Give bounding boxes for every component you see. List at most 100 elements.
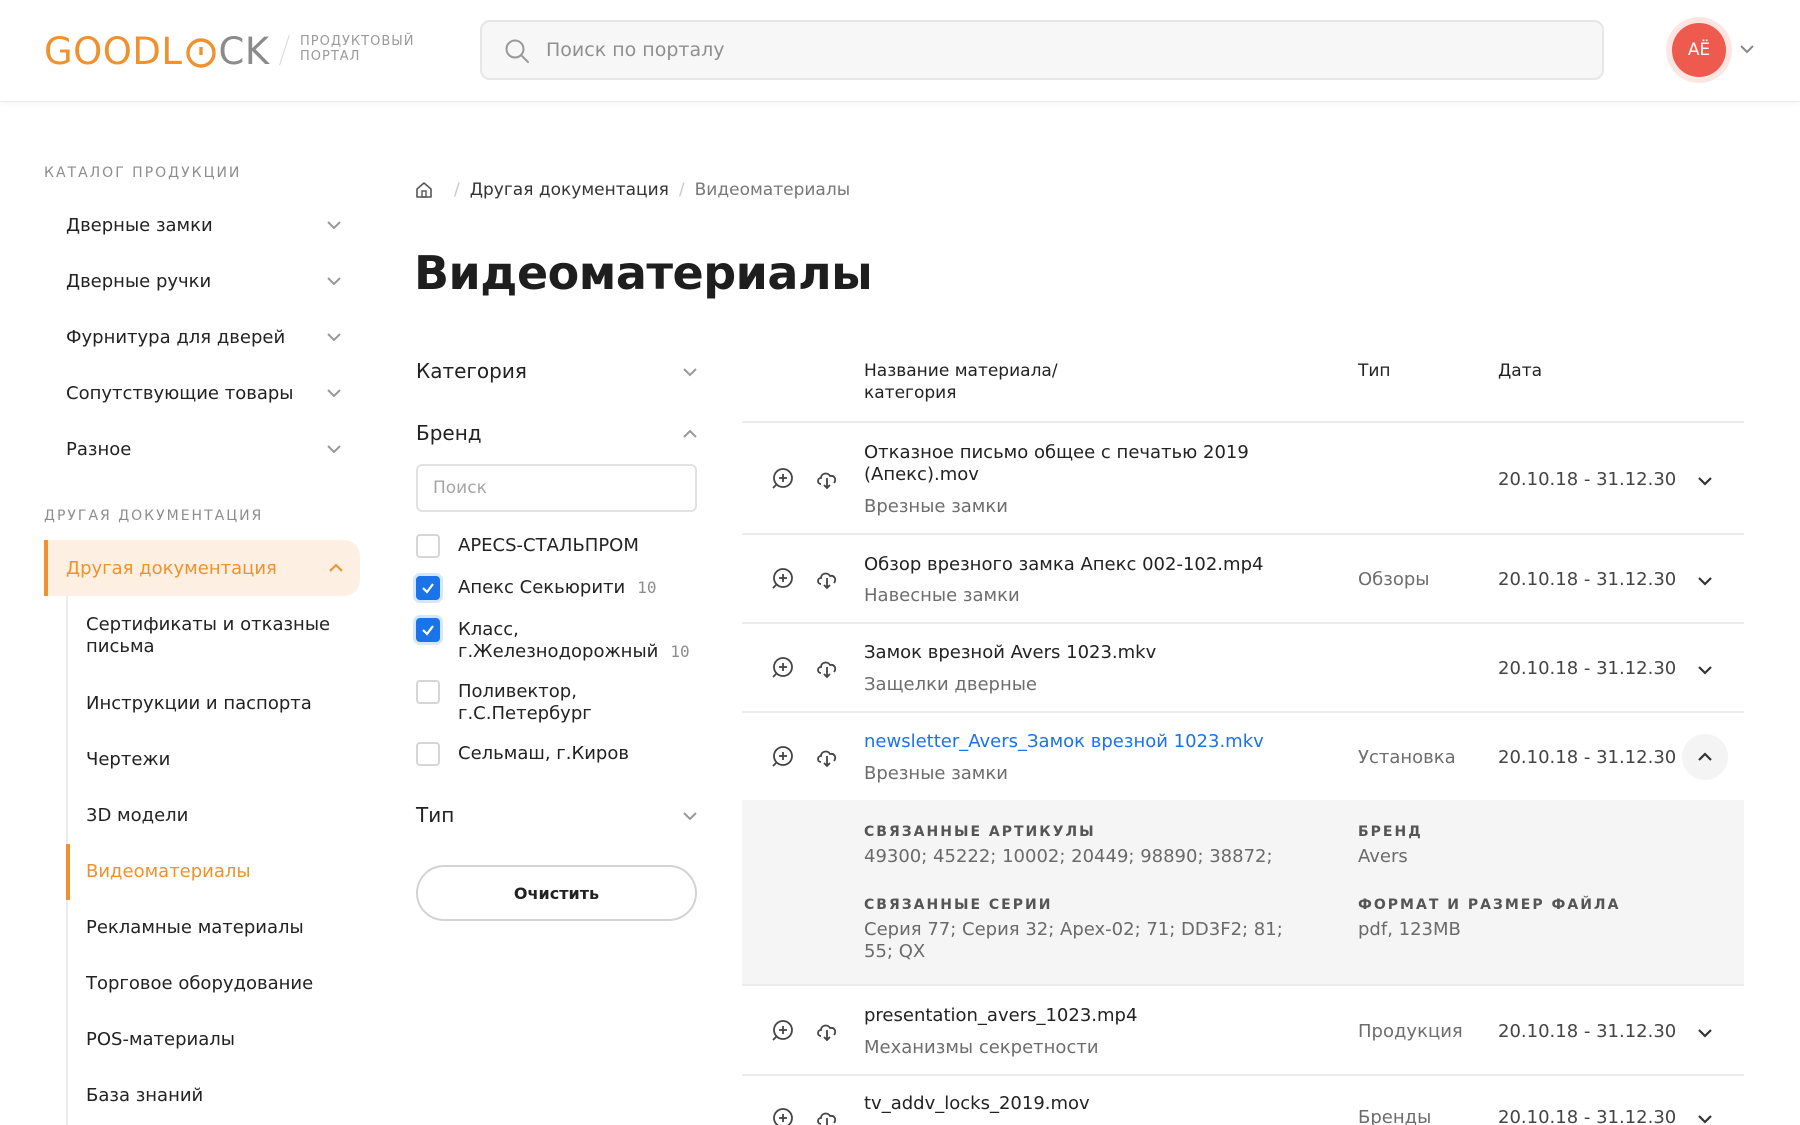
row-divider <box>742 711 1744 713</box>
checkbox-unchecked[interactable] <box>416 534 440 558</box>
zoom-in-icon[interactable] <box>770 744 796 770</box>
breadcrumb-separator: / <box>678 180 685 200</box>
logo-lock-icon <box>185 38 216 68</box>
chevron-down-icon[interactable] <box>1694 1022 1716 1044</box>
material-date: 20.10.18 - 31.12.30 <box>1498 658 1677 679</box>
table-header-divider <box>742 421 1744 423</box>
checkmark-icon <box>422 583 434 594</box>
cloud-download-icon[interactable] <box>814 744 840 770</box>
logo-lock-text: CK <box>218 29 270 73</box>
cloud-download-icon[interactable] <box>814 1018 840 1044</box>
brand-option-klass[interactable]: Класс, г.Железнодорожный 10 <box>416 618 706 663</box>
material-title[interactable]: Обзор врезного замка Апекс 002-102.mp4 <box>864 554 1304 576</box>
column-header-type[interactable]: Тип <box>1358 360 1391 382</box>
checkbox-checked[interactable] <box>416 576 440 600</box>
sidebar-item-other-docs[interactable]: Другая документация <box>44 540 360 596</box>
zoom-in-icon[interactable] <box>770 655 796 681</box>
logo-divider <box>279 34 290 66</box>
sidebar-subitem-instructions[interactable]: Инструкции и паспорта <box>86 693 366 715</box>
filter-brand-toggle[interactable]: Бренд <box>416 418 700 448</box>
zoom-in-icon[interactable] <box>770 466 796 492</box>
chevron-down-icon[interactable] <box>1694 1108 1716 1125</box>
material-date: 20.10.18 - 31.12.30 <box>1498 569 1677 590</box>
catalog-section-title: КАТАЛОГ ПРОДУКЦИИ <box>44 165 242 181</box>
sidebar-item-door-locks[interactable]: Дверные замки <box>66 205 356 245</box>
sidebar-item-door-handles[interactable]: Дверные ручки <box>66 261 356 301</box>
sidebar-subitem-certificates[interactable]: Сертификаты и отказные письма <box>86 614 366 658</box>
breadcrumb-separator: / <box>454 180 460 200</box>
filter-category-toggle[interactable]: Категория <box>416 356 700 386</box>
material-title[interactable]: tv_addv_locks_2019.mov <box>864 1093 1304 1115</box>
brand-value: Avers <box>1358 846 1408 867</box>
chevron-up-icon <box>329 563 343 572</box>
sidebar-item-related-goods[interactable]: Сопутствующие товары <box>66 373 356 413</box>
related-series-label: СВЯЗАННЫЕ СЕРИИ <box>864 897 1053 913</box>
cloud-download-icon[interactable] <box>814 655 840 681</box>
breadcrumb-link-other-docs[interactable]: Другая документация <box>470 180 669 200</box>
chevron-down-icon <box>327 445 341 454</box>
brand-option-label: Апекс Секьюрити <box>458 577 626 598</box>
brand-option-selmash[interactable]: Сельмаш, г.Киров <box>416 742 706 766</box>
material-title-link[interactable]: newsletter_Avers_Замок врезной 1023.mkv <box>864 731 1304 753</box>
related-articles-value: 49300; 45222; 10002; 20449; 98890; 38872… <box>864 846 1273 867</box>
checkbox-unchecked[interactable] <box>416 742 440 766</box>
chevron-down-icon[interactable] <box>1694 659 1716 681</box>
search-icon <box>505 39 529 63</box>
sidebar-subitem-drawings[interactable]: Чертежи <box>86 749 366 771</box>
sidebar-item-misc[interactable]: Разное <box>66 429 356 469</box>
home-icon[interactable] <box>414 180 434 200</box>
sidebar-item-door-hardware[interactable]: Фурнитура для дверей <box>66 317 356 357</box>
file-format-value: pdf, 123MB <box>1358 919 1461 940</box>
column-header-name[interactable]: Название материала/ категория <box>864 360 1084 404</box>
zoom-in-icon[interactable] <box>770 566 796 592</box>
brand-option-apecs-stalprom[interactable]: APECS-СТАЛЬПРОМ <box>416 534 706 558</box>
brand-label: БРЕНД <box>1358 824 1423 840</box>
cloud-download-icon[interactable] <box>814 566 840 592</box>
sidebar-subitem-ads[interactable]: Рекламные материалы <box>86 917 366 939</box>
brand-option-label-text: Класс, г.Железнодорожный <box>458 619 659 662</box>
brand-search-input[interactable] <box>416 464 697 512</box>
chevron-down-icon[interactable] <box>1736 38 1758 60</box>
brand-option-count: 10 <box>637 578 657 597</box>
chevron-down-icon <box>327 277 341 286</box>
sidebar-subitem-3d-models[interactable]: 3D модели <box>86 805 366 827</box>
logo-subtitle-line-2: ПОРТАЛ <box>300 49 361 64</box>
column-header-date[interactable]: Дата <box>1498 360 1542 382</box>
brand-option-label: Поливектор, г.С.Петербург <box>458 681 592 724</box>
checkbox-checked[interactable] <box>416 618 440 642</box>
cloud-download-icon[interactable] <box>814 1106 840 1125</box>
chevron-down-icon[interactable] <box>1694 470 1716 492</box>
chevron-down-icon <box>683 368 697 377</box>
material-title[interactable]: Отказное письмо общее с печатью 2019 (Ап… <box>864 442 1304 486</box>
collapse-row-button[interactable] <box>1682 734 1728 780</box>
material-category: Навесные замки <box>864 585 1020 606</box>
filter-type-toggle[interactable]: Тип <box>416 800 700 830</box>
checkmark-icon <box>422 625 434 636</box>
cloud-download-icon[interactable] <box>814 466 840 492</box>
material-date: 20.10.18 - 31.12.30 <box>1498 1107 1677 1125</box>
logo-subtitle: ПРОДУКТОВЫЙ ПОРТАЛ <box>300 34 414 64</box>
breadcrumb: / Другая документация / Видеоматериалы <box>414 180 850 200</box>
chevron-down-icon[interactable] <box>1694 570 1716 592</box>
logo[interactable]: GOODL CK <box>44 29 270 73</box>
checkbox-unchecked[interactable] <box>416 680 440 704</box>
sidebar-subitem-pos[interactable]: POS-материалы <box>86 1029 366 1051</box>
sidebar-subitem-trade-equipment[interactable]: Торговое оборудование <box>86 973 366 995</box>
material-title[interactable]: Замок врезной Avers 1023.mkv <box>864 642 1304 664</box>
brand-option-polivektor[interactable]: Поливектор, г.С.Петербург <box>416 680 706 725</box>
portal-search[interactable] <box>480 20 1604 80</box>
sidebar-subitem-videos[interactable]: Видеоматериалы <box>86 861 366 883</box>
zoom-in-icon[interactable] <box>770 1018 796 1044</box>
brand-option-label: APECS-СТАЛЬПРОМ <box>458 535 639 556</box>
brand-option-apex-security[interactable]: Апекс Секьюрити 10 <box>416 576 706 600</box>
material-title[interactable]: presentation_avers_1023.mp4 <box>864 1005 1304 1027</box>
zoom-in-icon[interactable] <box>770 1106 796 1125</box>
brand-option-label: Класс, г.Железнодорожный 10 <box>458 619 690 663</box>
user-avatar[interactable]: АЁ <box>1672 23 1726 77</box>
material-date: 20.10.18 - 31.12.30 <box>1498 469 1677 490</box>
portal-search-input[interactable] <box>546 22 1586 78</box>
chevron-up-icon <box>1698 752 1712 761</box>
chevron-down-icon <box>327 389 341 398</box>
clear-filters-button[interactable]: Очистить <box>416 865 697 921</box>
sidebar-subitem-knowledge-base[interactable]: База знаний <box>86 1085 366 1107</box>
